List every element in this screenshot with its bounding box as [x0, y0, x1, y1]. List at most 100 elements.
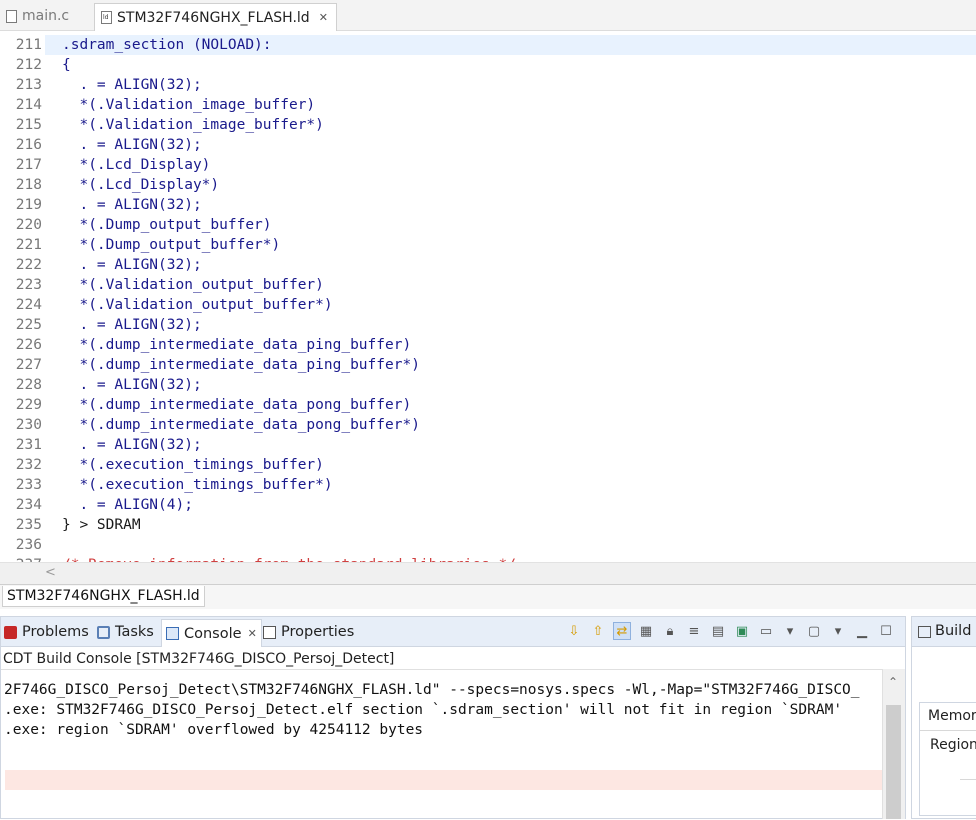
code-line[interactable]: 221 *(.Dump_output_buffer*) — [0, 235, 976, 255]
code-text: *(.Validation_image_buffer) — [62, 97, 316, 113]
source-tab[interactable]: STM32F746NGHX_FLASH.ld — [2, 586, 205, 607]
close-icon[interactable]: ✕ — [319, 11, 328, 24]
maximize-icon[interactable]: ☐ — [877, 622, 895, 640]
line-number: 230 — [15, 417, 42, 433]
editor-horizontal-scrollbar[interactable]: < — [0, 562, 976, 584]
console-icon — [166, 627, 179, 640]
code-line[interactable]: 220 *(.Dump_output_buffer) — [0, 215, 976, 235]
scrollbar-thumb[interactable] — [886, 705, 901, 819]
code-line[interactable]: 217 *(.Lcd_Display) — [0, 155, 976, 175]
display-console-dropdown-icon[interactable]: ▾ — [781, 622, 799, 640]
code-text: *(.execution_timings_buffer*) — [62, 477, 333, 493]
code-line[interactable]: 219 . = ALIGN(32); — [0, 195, 976, 215]
line-number: 216 — [15, 137, 42, 153]
code-line[interactable]: 225 . = ALIGN(32); — [0, 315, 976, 335]
tab-main-c[interactable]: main.c — [6, 3, 69, 29]
code-line[interactable]: 228 . = ALIGN(32); — [0, 375, 976, 395]
console-vertical-scrollbar[interactable]: ⌃ — [882, 669, 905, 819]
code-line[interactable]: 216 . = ALIGN(32); — [0, 135, 976, 155]
line-number: 235 — [15, 517, 42, 533]
console-output[interactable]: 2F746G_DISCO_Persoj_Detect\STM32F746NGHX… — [1, 669, 883, 820]
code-text: *(.Dump_output_buffer*) — [62, 237, 281, 253]
code-line[interactable]: 233 *(.execution_timings_buffer*) — [0, 475, 976, 495]
code-text: } > SDRAM — [62, 517, 141, 533]
clear-console-icon[interactable]: ▤ — [709, 622, 727, 640]
code-line[interactable]: 212 { — [0, 55, 976, 75]
pin-console-icon[interactable]: ▣ — [733, 622, 751, 640]
code-line[interactable]: 218 *(.Lcd_Display*) — [0, 175, 976, 195]
scroll-lock-icon[interactable]: 🔒︎ — [661, 622, 679, 640]
line-number: 229 — [15, 397, 42, 413]
copy-console-icon[interactable]: ▦ — [637, 622, 655, 640]
code-editor[interactable]: 211 .sdram_section (NOLOAD): 212 {213 . = A… — [0, 35, 976, 562]
tab-tasks[interactable]: Tasks — [97, 622, 154, 642]
code-text: . = ALIGN(32); — [62, 437, 202, 453]
code-text: *(.dump_intermediate_data_pong_buffer) — [62, 397, 412, 413]
editor-source-tab-bar: STM32F746NGHX_FLASH.ld — [0, 584, 976, 609]
line-number: 228 — [15, 377, 42, 393]
code-text: . = ALIGN(32); — [62, 317, 202, 333]
column-header-region: Region — [930, 737, 976, 753]
line-number: 223 — [15, 277, 42, 293]
line-number: 215 — [15, 117, 42, 133]
code-line[interactable]: 227 *(.dump_intermediate_data_ping_buffe… — [0, 355, 976, 375]
open-console-dropdown-icon[interactable]: ▾ — [829, 622, 847, 640]
divider — [960, 779, 976, 780]
console-line: .exe: region `SDRAM' overflowed by 42541… — [4, 722, 424, 738]
code-line[interactable]: 236 — [0, 535, 976, 555]
code-line[interactable]: 214 *(.Validation_image_buffer) — [0, 95, 976, 115]
code-text: *(.dump_intermediate_data_ping_buffer*) — [62, 357, 420, 373]
code-text: . = ALIGN(32); — [62, 257, 202, 273]
code-line[interactable]: 229 *(.dump_intermediate_data_pong_buffe… — [0, 395, 976, 415]
error-line-highlight — [5, 770, 883, 790]
code-text: *(.Validation_output_buffer*) — [62, 297, 333, 313]
scroll-left-icon[interactable]: < — [45, 565, 56, 580]
code-line[interactable]: 215 *(.Validation_image_buffer*) — [0, 115, 976, 135]
code-text: *(.dump_intermediate_data_ping_buffer) — [62, 337, 412, 353]
code-line[interactable]: 235 } > SDRAM — [0, 515, 976, 535]
line-number: 213 — [15, 77, 42, 93]
code-line[interactable]: 230 *(.dump_intermediate_data_pong_buffe… — [0, 415, 976, 435]
code-text: . = ALIGN(4); — [62, 497, 193, 513]
display-console-icon[interactable]: ▭ — [757, 622, 775, 640]
code-text: . = ALIGN(32); — [62, 197, 202, 213]
minimize-icon[interactable]: ▁ — [853, 622, 871, 640]
open-console-icon[interactable]: ▢ — [805, 622, 823, 640]
code-line[interactable]: 226 *(.dump_intermediate_data_ping_buffe… — [0, 335, 976, 355]
tab-label: Console — [184, 625, 242, 642]
tab-properties[interactable]: Properties — [263, 622, 354, 642]
build-analyzer-panel: Memory Regions Region — [919, 702, 976, 816]
code-line[interactable]: 213 . = ALIGN(32); — [0, 75, 976, 95]
close-icon[interactable]: ✕ — [248, 627, 257, 640]
previous-error-icon[interactable]: ⇧ — [589, 622, 607, 640]
tab-label: Properties — [281, 624, 355, 640]
code-line[interactable]: 223 *(.Validation_output_buffer) — [0, 275, 976, 295]
line-number: 212 — [15, 57, 42, 73]
tab-linker-script[interactable]: STM32F746NGHX_FLASH.ld ✕ — [94, 3, 337, 31]
line-number: 226 — [15, 337, 42, 353]
code-line[interactable]: 234 . = ALIGN(4); — [0, 495, 976, 515]
problems-icon — [4, 625, 17, 639]
code-line[interactable]: 237 /* Remove information from the standa… — [0, 555, 976, 562]
tab-problems[interactable]: Problems — [4, 622, 89, 642]
scroll-up-icon[interactable]: ⌃ — [888, 675, 898, 689]
code-line[interactable]: 224 *(.Validation_output_buffer*) — [0, 295, 976, 315]
tab-label: Problems — [22, 624, 89, 640]
code-line[interactable]: 222 . = ALIGN(32); — [0, 255, 976, 275]
line-number: 227 — [15, 357, 42, 373]
code-text: *(.Validation_image_buffer*) — [62, 117, 324, 133]
next-error-icon[interactable]: ⇩ — [565, 622, 583, 640]
tab-memory-regions[interactable]: Memory Regions — [928, 708, 976, 724]
tab-build-analyzer[interactable]: Build Analyzer — [912, 617, 976, 647]
code-text: *(.Lcd_Display) — [62, 157, 211, 173]
line-number: 237 — [0, 555, 42, 562]
code-line[interactable]: 232 *(.execution_timings_buffer) — [0, 455, 976, 475]
code-line[interactable]: 231 . = ALIGN(32); — [0, 435, 976, 455]
show-error-in-editor-icon[interactable]: ⇄ — [613, 622, 631, 640]
line-number: 225 — [15, 317, 42, 333]
code-line[interactable]: 211 .sdram_section (NOLOAD): — [16, 35, 976, 55]
code-text: . = ALIGN(32); — [62, 77, 202, 93]
tab-console[interactable]: Console ✕ — [161, 619, 262, 647]
word-wrap-icon[interactable]: ≡ — [685, 622, 703, 640]
line-number: 236 — [15, 537, 42, 553]
